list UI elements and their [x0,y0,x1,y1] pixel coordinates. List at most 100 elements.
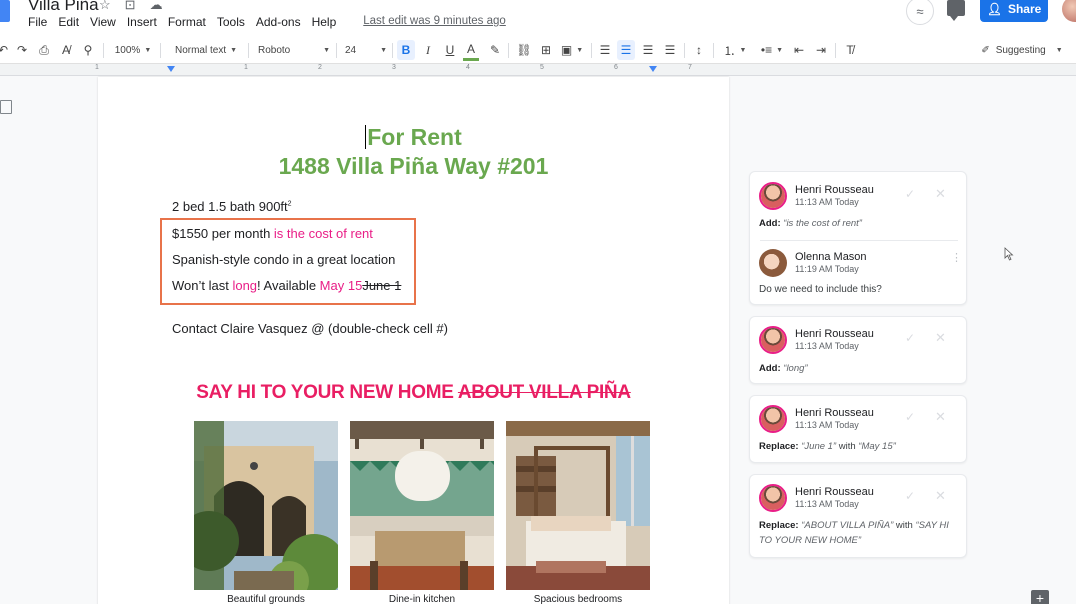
insert-image-icon[interactable]: ▣ ▼ [559,36,585,64]
clear-formatting-icon[interactable]: T̸ [842,36,858,64]
suggestion-insert[interactable]: May 15 [320,278,363,293]
photo-kitchen[interactable] [350,421,494,590]
right-indent-marker[interactable] [649,66,657,72]
line-spacing-icon[interactable]: ↕ [691,36,707,64]
star-icon[interactable]: ☆ [99,0,111,13]
font-select[interactable]: Roboto ▼ [258,36,330,64]
reject-icon[interactable]: ✕ [935,186,946,202]
suggestion-text: Replace: “June 1” with “May 15” [759,441,896,452]
ruler-number: 4 [466,64,470,71]
suggestion-text: Add: “long” [759,363,808,374]
reject-icon[interactable]: ✕ [935,488,946,504]
accept-icon[interactable]: ✓ [905,410,915,424]
divider [835,43,836,58]
avatar [759,405,787,433]
comment-card[interactable]: Henri Rousseau 11:13 AM Today ✓ ✕ Replac… [749,474,967,558]
reject-icon[interactable]: ✕ [935,330,946,346]
accept-icon[interactable]: ✓ [905,331,915,345]
text: Won’t last [172,278,233,293]
caret-down-icon: ▼ [380,46,387,54]
title-line-2: 1488 Villa Piña Way #201 [278,153,549,179]
photo-bedroom[interactable] [506,421,650,590]
add-comment-button[interactable]: + [1031,590,1049,604]
suggestion-kind: Add: [759,218,781,229]
left-indent-marker[interactable] [167,66,175,72]
photo-grounds[interactable] [194,421,338,590]
beds-baths-text: 2 bed 1.5 bath 900ft [172,199,288,214]
style-value: Normal text [174,44,227,56]
cloud-status-icon[interactable]: ☁ [150,0,163,13]
redo-icon[interactable]: ↷ [14,36,30,64]
document-page[interactable]: For Rent 1488 Villa Piña Way #201 2 bed … [98,77,729,604]
caret-down-icon: ▼ [230,46,238,54]
underline-button[interactable]: U [442,36,458,64]
menu-addons[interactable]: Add-ons [256,15,301,29]
zoom-select[interactable]: 100% ▼ [112,36,154,64]
reject-icon[interactable]: ✕ [935,409,946,425]
print-icon[interactable]: ⎙ [36,36,52,64]
document-title[interactable]: Villa Piña [28,0,99,15]
photo-caption: Beautiful grounds [227,594,305,604]
suggestion-insert[interactable]: long [232,278,257,293]
bold-button[interactable]: B [397,40,415,60]
increase-indent-icon[interactable]: ⇥ [813,36,829,64]
comment-history-icon[interactable] [947,0,965,21]
insert-link-icon[interactable]: ⛓ [515,36,533,64]
menu-format[interactable]: Format [168,15,206,29]
heading-insert[interactable]: SAY HI TO YOUR NEW HOME [196,382,458,403]
share-button[interactable]: 👤︎ Share [980,0,1048,22]
move-to-folder-icon[interactable]: ⊡ [125,0,136,13]
activity-dashboard-button[interactable]: ≈ [906,0,934,25]
account-avatar[interactable] [1062,0,1076,22]
mouse-cursor-icon [1004,247,1014,261]
divider [336,43,337,58]
highlight-color-icon[interactable]: ✎ [487,36,503,64]
more-options-icon[interactable]: ⋮ [951,251,962,264]
menu-edit[interactable]: Edit [58,15,79,29]
menu-file[interactable]: File [28,15,47,29]
suggestion-delete[interactable]: June 1 [362,278,401,293]
comment-card[interactable]: Henri Rousseau 11:13 AM Today ✓ ✕ Add: “… [749,316,967,384]
menu-insert[interactable]: Insert [127,15,157,29]
decrease-indent-icon[interactable]: ⇤ [791,36,807,64]
suggestion-detail: “long” [783,363,808,374]
docs-logo-icon[interactable] [0,0,10,22]
italic-button[interactable]: I [420,36,436,64]
divider [508,43,509,58]
bulleted-list-icon[interactable]: •≡ ▼ [757,36,787,64]
caret-down-icon: ▼ [144,46,152,54]
style-select[interactable]: Normal text ▼ [170,36,242,64]
document-outline-icon[interactable] [0,100,12,114]
editing-mode-value: Suggesting [995,44,1046,56]
spellcheck-icon[interactable]: A̸ [58,36,74,64]
title-bar: Villa Piña ☆ ⊡ ☁ File Edit View Insert F… [0,0,1076,36]
menu-tools[interactable]: Tools [217,15,245,29]
title-line-1: For Rent [98,124,729,151]
font-size-select[interactable]: 24 ▼ [345,36,387,64]
menu-help[interactable]: Help [312,15,337,29]
ruler[interactable]: 1 1 2 3 4 5 6 7 [0,64,1076,76]
paint-format-icon[interactable]: ⚲ [80,36,96,64]
comment-time: 11:19 AM Today [795,264,859,274]
text-color-button[interactable]: A [463,39,479,61]
justify-icon[interactable]: ☰ [662,36,678,64]
avatar [759,182,787,210]
comment-card[interactable]: Henri Rousseau 11:13 AM Today ✓ ✕ Replac… [749,395,967,463]
last-edit-link[interactable]: Last edit was 9 minutes ago [363,15,506,29]
align-right-icon[interactable]: ☰ [640,36,656,64]
suggestion-insert[interactable]: is the cost of rent [274,226,373,241]
menu-view[interactable]: View [90,15,116,29]
align-left-icon[interactable]: ☰ [597,36,613,64]
divider [103,43,104,58]
heading-delete[interactable]: ABOUT VILLA PIÑA [458,382,631,403]
suggestion-detail: “June 1” [801,441,837,452]
divider [713,43,714,58]
accept-icon[interactable]: ✓ [905,489,915,503]
numbered-list-icon[interactable]: ⒈ ▼ [720,36,750,64]
editing-mode-select[interactable]: ✐ Suggesting ▼ [976,36,1068,64]
add-comment-icon[interactable]: ⊞ [538,36,554,64]
undo-icon[interactable]: ↶ [0,36,10,64]
comment-card[interactable]: Henri Rousseau 11:13 AM Today ✓ ✕ Add: “… [749,171,967,305]
accept-icon[interactable]: ✓ [905,187,915,201]
align-center-icon[interactable]: ☰ [617,40,635,60]
